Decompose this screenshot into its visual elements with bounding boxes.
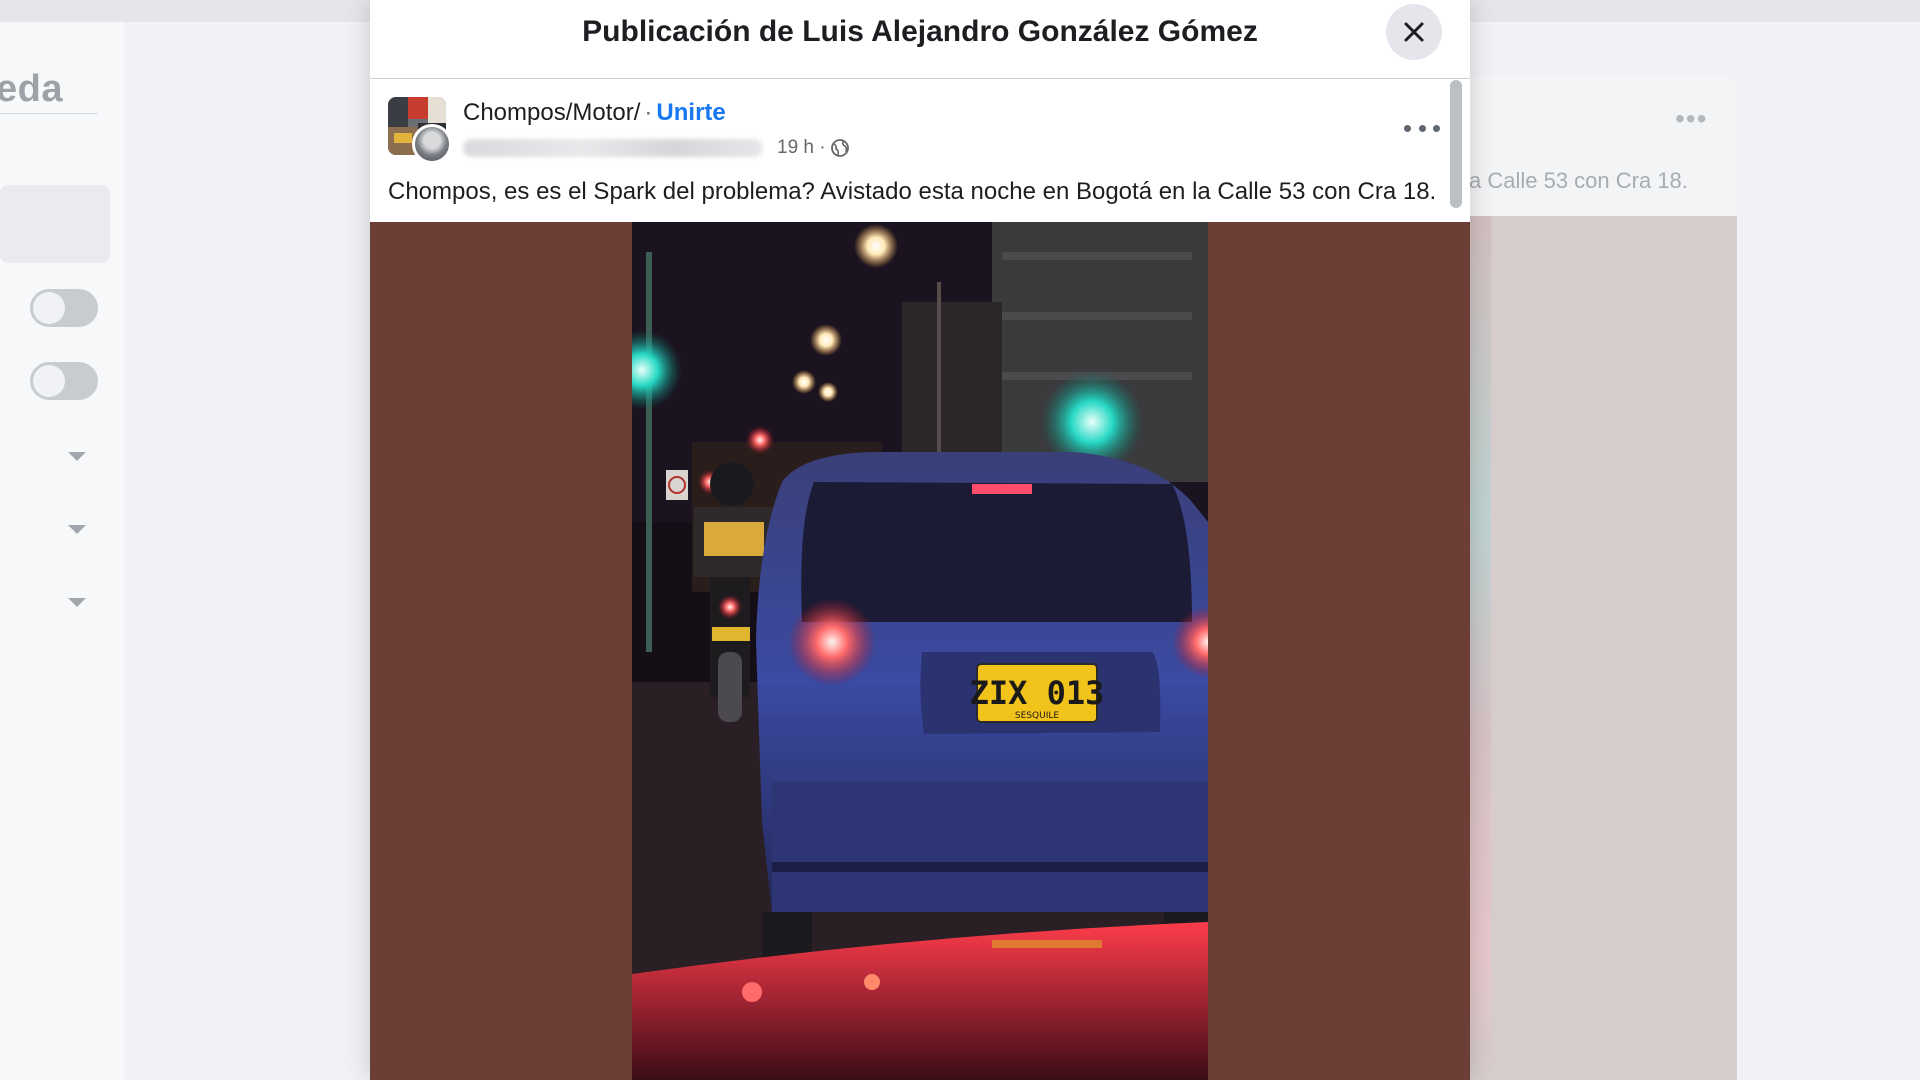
background-chevron-down-icon — [68, 525, 86, 534]
post-author-line: Chompos/Motor/· Unirte — [463, 99, 726, 127]
plate-city: SESQUILE — [1015, 711, 1059, 721]
globe-icon — [830, 139, 849, 157]
post-meta: 19 h · — [463, 134, 850, 162]
plate-number: ZIX 013 — [970, 674, 1105, 712]
background-post-text: a Calle 53 con Cra 18. — [1469, 168, 1688, 193]
background-more-icon: ••• — [1675, 103, 1708, 134]
post-options-button[interactable] — [1404, 116, 1440, 140]
separator-dot: · — [644, 99, 653, 126]
background-selected-item — [0, 185, 110, 263]
join-group-link[interactable]: Unirte — [656, 99, 725, 126]
background-chevron-down-icon — [68, 452, 86, 461]
close-icon — [1404, 22, 1424, 42]
modal-scrollbar[interactable] — [1450, 80, 1462, 208]
post-modal: Publicación de Luis Alejandro González G… — [370, 0, 1470, 1080]
post-timestamp[interactable]: 19 h · — [777, 137, 826, 159]
background-chevron-down-icon — [68, 598, 86, 607]
background-sidebar-title: eda — [0, 68, 63, 110]
background-photo-edge — [1467, 216, 1491, 1080]
post-text: Chompos, es es el Spark del problema? Av… — [388, 178, 1437, 205]
group-name-link[interactable]: Chompos/Motor/ — [463, 99, 640, 126]
blurred-author-name[interactable] — [463, 139, 763, 157]
poster-avatar[interactable] — [412, 124, 452, 164]
modal-header: Publicación de Luis Alejandro González G… — [370, 0, 1470, 79]
background-toggle — [30, 362, 98, 400]
background-left-sidebar: eda — [0, 22, 124, 1080]
background-toggle — [30, 289, 98, 327]
more-horizontal-icon — [1404, 124, 1411, 132]
post-photo-container: ZIX 013 SESQUILE — [370, 222, 1470, 1080]
background-post-photo — [1467, 216, 1737, 1080]
modal-title: Publicación de Luis Alejandro González G… — [582, 15, 1258, 48]
background-divider — [0, 113, 98, 114]
more-dot — [1418, 124, 1426, 132]
close-button[interactable] — [1386, 4, 1442, 60]
more-dot — [1433, 124, 1440, 132]
post-photo[interactable]: ZIX 013 SESQUILE — [632, 222, 1208, 1080]
